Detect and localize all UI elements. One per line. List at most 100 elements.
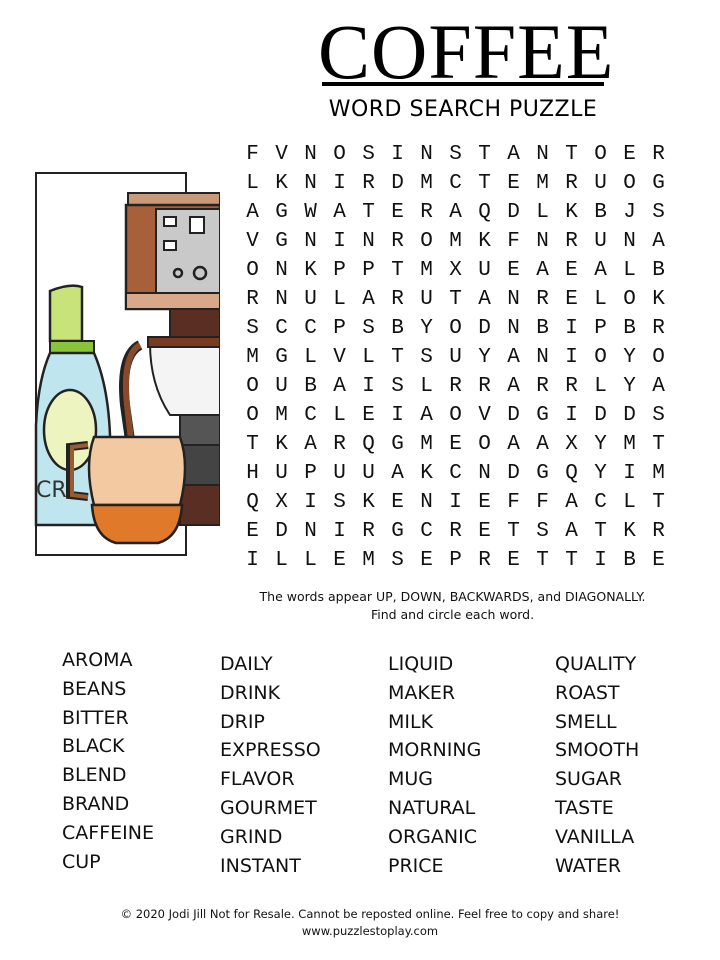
grid-letter[interactable]: E bbox=[383, 198, 412, 227]
grid-letter[interactable]: I bbox=[586, 546, 615, 575]
grid-letter[interactable]: N bbox=[354, 227, 383, 256]
grid-letter[interactable]: I bbox=[383, 401, 412, 430]
grid-letter[interactable]: O bbox=[615, 285, 644, 314]
grid-letter[interactable]: O bbox=[441, 401, 470, 430]
grid-letter[interactable]: B bbox=[615, 314, 644, 343]
grid-letter[interactable]: X bbox=[267, 488, 296, 517]
grid-letter[interactable]: E bbox=[499, 169, 528, 198]
grid-letter[interactable]: N bbox=[499, 314, 528, 343]
grid-letter[interactable]: L bbox=[354, 343, 383, 372]
grid-letter[interactable]: Q bbox=[557, 459, 586, 488]
grid-letter[interactable]: H bbox=[238, 459, 267, 488]
grid-letter[interactable]: K bbox=[615, 517, 644, 546]
grid-letter[interactable]: P bbox=[441, 546, 470, 575]
grid-letter[interactable]: C bbox=[296, 401, 325, 430]
grid-letter[interactable]: I bbox=[615, 459, 644, 488]
grid-letter[interactable]: T bbox=[354, 198, 383, 227]
grid-letter[interactable]: L bbox=[412, 372, 441, 401]
grid-letter[interactable]: E bbox=[557, 256, 586, 285]
grid-letter[interactable]: C bbox=[412, 517, 441, 546]
grid-letter[interactable]: T bbox=[499, 517, 528, 546]
grid-letter[interactable]: I bbox=[238, 546, 267, 575]
grid-letter[interactable]: M bbox=[412, 430, 441, 459]
grid-letter[interactable]: B bbox=[644, 256, 673, 285]
website-link[interactable]: www.puzzlestoplay.com bbox=[80, 923, 660, 940]
grid-letter[interactable]: F bbox=[238, 140, 267, 169]
grid-letter[interactable]: M bbox=[412, 169, 441, 198]
grid-letter[interactable]: E bbox=[499, 256, 528, 285]
grid-letter[interactable]: Y bbox=[470, 343, 499, 372]
grid-letter[interactable]: I bbox=[354, 372, 383, 401]
grid-letter[interactable]: S bbox=[528, 517, 557, 546]
grid-letter[interactable]: K bbox=[354, 488, 383, 517]
grid-letter[interactable]: B bbox=[383, 314, 412, 343]
grid-letter[interactable]: P bbox=[586, 314, 615, 343]
grid-letter[interactable]: N bbox=[615, 227, 644, 256]
grid-letter[interactable]: M bbox=[441, 227, 470, 256]
grid-letter[interactable]: E bbox=[412, 546, 441, 575]
grid-letter[interactable]: A bbox=[586, 256, 615, 285]
grid-letter[interactable]: E bbox=[354, 401, 383, 430]
grid-letter[interactable]: R bbox=[441, 372, 470, 401]
grid-letter[interactable]: I bbox=[557, 401, 586, 430]
grid-letter[interactable]: S bbox=[644, 198, 673, 227]
grid-letter[interactable]: A bbox=[557, 488, 586, 517]
grid-letter[interactable]: T bbox=[383, 256, 412, 285]
grid-letter[interactable]: X bbox=[441, 256, 470, 285]
grid-letter[interactable]: T bbox=[238, 430, 267, 459]
grid-letter[interactable]: Y bbox=[615, 372, 644, 401]
grid-letter[interactable]: S bbox=[644, 401, 673, 430]
grid-letter[interactable]: A bbox=[528, 430, 557, 459]
grid-letter[interactable]: A bbox=[238, 198, 267, 227]
grid-letter[interactable]: K bbox=[412, 459, 441, 488]
grid-letter[interactable]: A bbox=[499, 372, 528, 401]
grid-letter[interactable]: Y bbox=[615, 343, 644, 372]
grid-letter[interactable]: S bbox=[412, 343, 441, 372]
grid-letter[interactable]: U bbox=[267, 372, 296, 401]
grid-letter[interactable]: O bbox=[238, 401, 267, 430]
grid-letter[interactable]: L bbox=[615, 256, 644, 285]
grid-letter[interactable]: N bbox=[499, 285, 528, 314]
grid-letter[interactable]: N bbox=[267, 256, 296, 285]
grid-letter[interactable]: R bbox=[557, 227, 586, 256]
grid-letter[interactable]: I bbox=[383, 140, 412, 169]
grid-letter[interactable]: P bbox=[325, 314, 354, 343]
grid-letter[interactable]: U bbox=[441, 343, 470, 372]
grid-letter[interactable]: J bbox=[615, 198, 644, 227]
grid-letter[interactable]: R bbox=[325, 430, 354, 459]
grid-letter[interactable]: D bbox=[499, 401, 528, 430]
grid-letter[interactable]: G bbox=[528, 459, 557, 488]
grid-letter[interactable]: Q bbox=[470, 198, 499, 227]
grid-letter[interactable]: O bbox=[615, 169, 644, 198]
grid-letter[interactable]: N bbox=[412, 488, 441, 517]
grid-letter[interactable]: E bbox=[238, 517, 267, 546]
grid-letter[interactable]: V bbox=[238, 227, 267, 256]
grid-letter[interactable]: D bbox=[615, 401, 644, 430]
grid-letter[interactable]: S bbox=[383, 372, 412, 401]
grid-letter[interactable]: S bbox=[383, 546, 412, 575]
grid-letter[interactable]: G bbox=[528, 401, 557, 430]
grid-letter[interactable]: D bbox=[499, 198, 528, 227]
grid-letter[interactable]: U bbox=[470, 256, 499, 285]
grid-letter[interactable]: N bbox=[412, 140, 441, 169]
grid-letter[interactable]: N bbox=[528, 227, 557, 256]
grid-letter[interactable]: O bbox=[412, 227, 441, 256]
grid-letter[interactable]: B bbox=[296, 372, 325, 401]
grid-letter[interactable]: G bbox=[267, 343, 296, 372]
grid-letter[interactable]: T bbox=[557, 140, 586, 169]
grid-letter[interactable]: R bbox=[412, 198, 441, 227]
grid-letter[interactable]: Y bbox=[586, 430, 615, 459]
grid-letter[interactable]: N bbox=[470, 459, 499, 488]
grid-letter[interactable]: I bbox=[325, 517, 354, 546]
grid-letter[interactable]: G bbox=[267, 198, 296, 227]
grid-letter[interactable]: A bbox=[412, 401, 441, 430]
grid-letter[interactable]: I bbox=[325, 169, 354, 198]
grid-letter[interactable]: D bbox=[586, 401, 615, 430]
grid-letter[interactable]: C bbox=[441, 169, 470, 198]
grid-letter[interactable]: A bbox=[499, 343, 528, 372]
grid-letter[interactable]: S bbox=[325, 488, 354, 517]
grid-letter[interactable]: T bbox=[470, 140, 499, 169]
grid-letter[interactable]: R bbox=[354, 169, 383, 198]
grid-letter[interactable]: U bbox=[267, 459, 296, 488]
grid-letter[interactable]: U bbox=[354, 459, 383, 488]
